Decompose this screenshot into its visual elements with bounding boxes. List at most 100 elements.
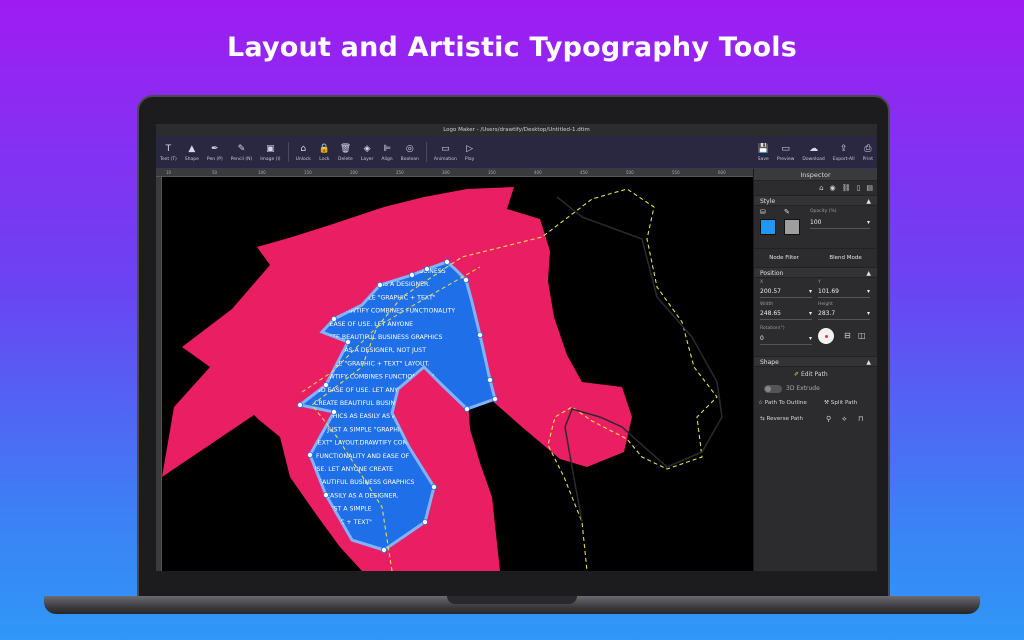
tool-label: Lock <box>319 156 330 162</box>
edit-path-button[interactable]: ✐ Edit Path <box>794 371 828 378</box>
tool-label: Save <box>757 156 769 162</box>
dropdown-icon[interactable]: ▾ <box>867 219 870 226</box>
boolean-tool-button[interactable]: ◎ Boolean <box>397 136 423 169</box>
flip-vertical-icon[interactable]: ⊟ <box>844 331 851 340</box>
tool-label: Align <box>381 156 393 162</box>
tool-label: Export-All <box>832 156 855 162</box>
dropdown-icon[interactable]: ▾ <box>809 335 812 342</box>
reverse-path-button[interactable]: ⇆ Reverse Path <box>760 416 803 422</box>
ruler-tick-label: 450 <box>580 170 588 175</box>
tool-label: Text (T) <box>160 156 177 162</box>
y-label: Y <box>818 280 821 285</box>
copy-icon[interactable]: ▯ <box>857 184 861 192</box>
tool-label: Print <box>862 156 873 162</box>
animation-icon: ▭ <box>441 143 450 154</box>
export-icon: ⇪ <box>839 143 848 154</box>
dropdown-icon[interactable]: ▾ <box>809 288 812 295</box>
shape-text-line: BEAUTIFUL BUSINESS GRAPHICS <box>314 479 415 486</box>
save-tool-button[interactable]: 💾 Save <box>754 136 773 169</box>
stroke-color-swatch[interactable] <box>784 219 800 235</box>
export-tool-button[interactable]: ⇪ Export-All <box>829 136 859 169</box>
height-field[interactable]: 283.7 ▾ <box>818 308 870 320</box>
dropdown-icon[interactable]: ▾ <box>809 310 812 317</box>
canvas-artwork[interactable]: LET ANYONE CREATE BEAUTIFUL BUSINESSGRAP… <box>162 177 753 571</box>
y-field[interactable]: 101.69 ▾ <box>818 286 870 298</box>
tool-label: Unlock <box>295 156 311 162</box>
flip-horizontal-icon[interactable]: ◫ <box>858 331 866 340</box>
rotation-dial[interactable] <box>818 328 834 344</box>
tool-label: Pen (P) <box>206 156 223 162</box>
fill-color-swatch[interactable] <box>760 219 776 235</box>
tool-label: Layer <box>360 156 374 162</box>
path-tool-a-icon[interactable]: ⚲ <box>826 415 831 423</box>
shape-section-header[interactable]: Shape ▲ <box>754 356 877 367</box>
rotation-label: Rotation(°) <box>760 326 785 331</box>
shape-text-line: USE. LET ANYONE CREATE <box>312 466 393 473</box>
window-title: Logo Maker - /Users/drawtify/Desktop/Unt… <box>156 124 877 136</box>
design-canvas[interactable]: LET ANYONE CREATE BEAUTIFUL BUSINESSGRAP… <box>162 177 753 571</box>
pen-tool-button[interactable]: ✒ Pen (P) <box>203 136 227 169</box>
ruler-tick-label: 350 <box>488 170 496 175</box>
dropdown-icon[interactable]: ▾ <box>867 310 870 317</box>
lock-icon: 🔒 <box>318 143 331 154</box>
extrude-3d-toggle[interactable] <box>764 385 782 393</box>
align-tool-button[interactable]: ⊫ Align <box>377 136 396 169</box>
collapse-icon[interactable]: ▲ <box>866 357 871 366</box>
tool-label: Shape <box>184 156 199 162</box>
toolbar-divider <box>425 142 427 162</box>
tool-label: Play <box>464 156 475 162</box>
style-section-header[interactable]: Style ▲ <box>754 195 877 206</box>
ruler-tick-label: 200 <box>350 170 358 175</box>
inspector-quick-actions: ⌂ ◉ ⛓ ▯ ▤ <box>754 181 877 195</box>
unlock-tool-button[interactable]: ⌂ Unlock <box>292 136 315 169</box>
link-icon[interactable]: ⛓ <box>842 184 851 192</box>
animation-tool-button[interactable]: ▭ Animation <box>430 136 461 169</box>
tool-label: Animation <box>433 156 457 162</box>
collapse-icon[interactable]: ▲ <box>866 268 871 277</box>
ruler-tick-label: 400 <box>534 170 542 175</box>
position-section-header[interactable]: Position ▲ <box>754 267 877 278</box>
print-tool-button[interactable]: ⎙ Print <box>859 136 877 169</box>
split-icon: ⚒ <box>824 400 830 406</box>
delete-icon: 🗑 <box>339 143 352 154</box>
node-filter-button[interactable]: Node Filter <box>766 253 802 263</box>
opacity-field[interactable]: 100 ▾ <box>810 217 870 229</box>
layer-icon: ◈ <box>363 143 371 154</box>
collapse-icon[interactable]: ▲ <box>866 196 871 205</box>
download-tool-button[interactable]: ☁ Download <box>798 136 828 169</box>
layer-tool-button[interactable]: ◈ Layer <box>357 136 378 169</box>
laptop-notch <box>447 596 577 604</box>
shape-section: ✐ Edit Path 3D Extrude ☆ Path To Outline… <box>754 367 877 437</box>
tool-label: Pencil (N) <box>230 156 253 162</box>
path-tool-b-icon[interactable]: ⟡ <box>842 415 847 424</box>
blend-mode-button[interactable]: Blend Mode <box>826 253 864 263</box>
visibility-icon[interactable]: ◉ <box>830 184 836 192</box>
split-path-button[interactable]: ⚒ Split Path <box>824 400 857 406</box>
boolean-icon: ◎ <box>405 143 414 154</box>
play-tool-button[interactable]: ▷ Play <box>461 136 478 169</box>
lock-tool-button[interactable]: 🔒 Lock <box>315 136 334 169</box>
image-icon: ▣ <box>266 143 275 154</box>
shape-tool-button[interactable]: ▲ Shape <box>181 136 203 169</box>
path-tool-c-icon[interactable]: ⊓ <box>858 415 863 423</box>
download-icon: ☁ <box>809 143 819 154</box>
marketing-headline: Layout and Artistic Typography Tools <box>226 32 797 63</box>
delete-tool-button[interactable]: 🗑 Delete <box>334 136 357 169</box>
dropdown-icon[interactable]: ▾ <box>867 288 870 295</box>
extrude-3d-label: 3D Extrude <box>786 385 820 392</box>
delete-icon[interactable]: ▤ <box>866 184 873 192</box>
rotation-field[interactable]: 0 ▾ <box>760 333 812 345</box>
unlock-icon[interactable]: ⌂ <box>819 184 823 192</box>
path-to-outline-button[interactable]: ☆ Path To Outline <box>758 400 807 406</box>
preview-tool-button[interactable]: ▭ Preview <box>773 136 799 169</box>
rotation-dial-center <box>825 335 828 338</box>
x-field[interactable]: 200.57 ▾ <box>760 286 812 298</box>
width-field[interactable]: 248.65 ▾ <box>760 308 812 320</box>
image-tool-button[interactable]: ▣ Image (I) <box>256 136 284 169</box>
pencil-tool-button[interactable]: ✎ Pencil (N) <box>227 136 256 169</box>
ruler-tick-label: 500 <box>626 170 634 175</box>
text-tool-button[interactable]: T Text (T) <box>156 136 181 169</box>
horizontal-ruler: 10 50 100 150 200 250 300 350 400 450 500 550 600 <box>156 169 753 177</box>
outline-horse-path <box>556 196 723 523</box>
ruler-tick-label: 10 <box>166 170 172 175</box>
